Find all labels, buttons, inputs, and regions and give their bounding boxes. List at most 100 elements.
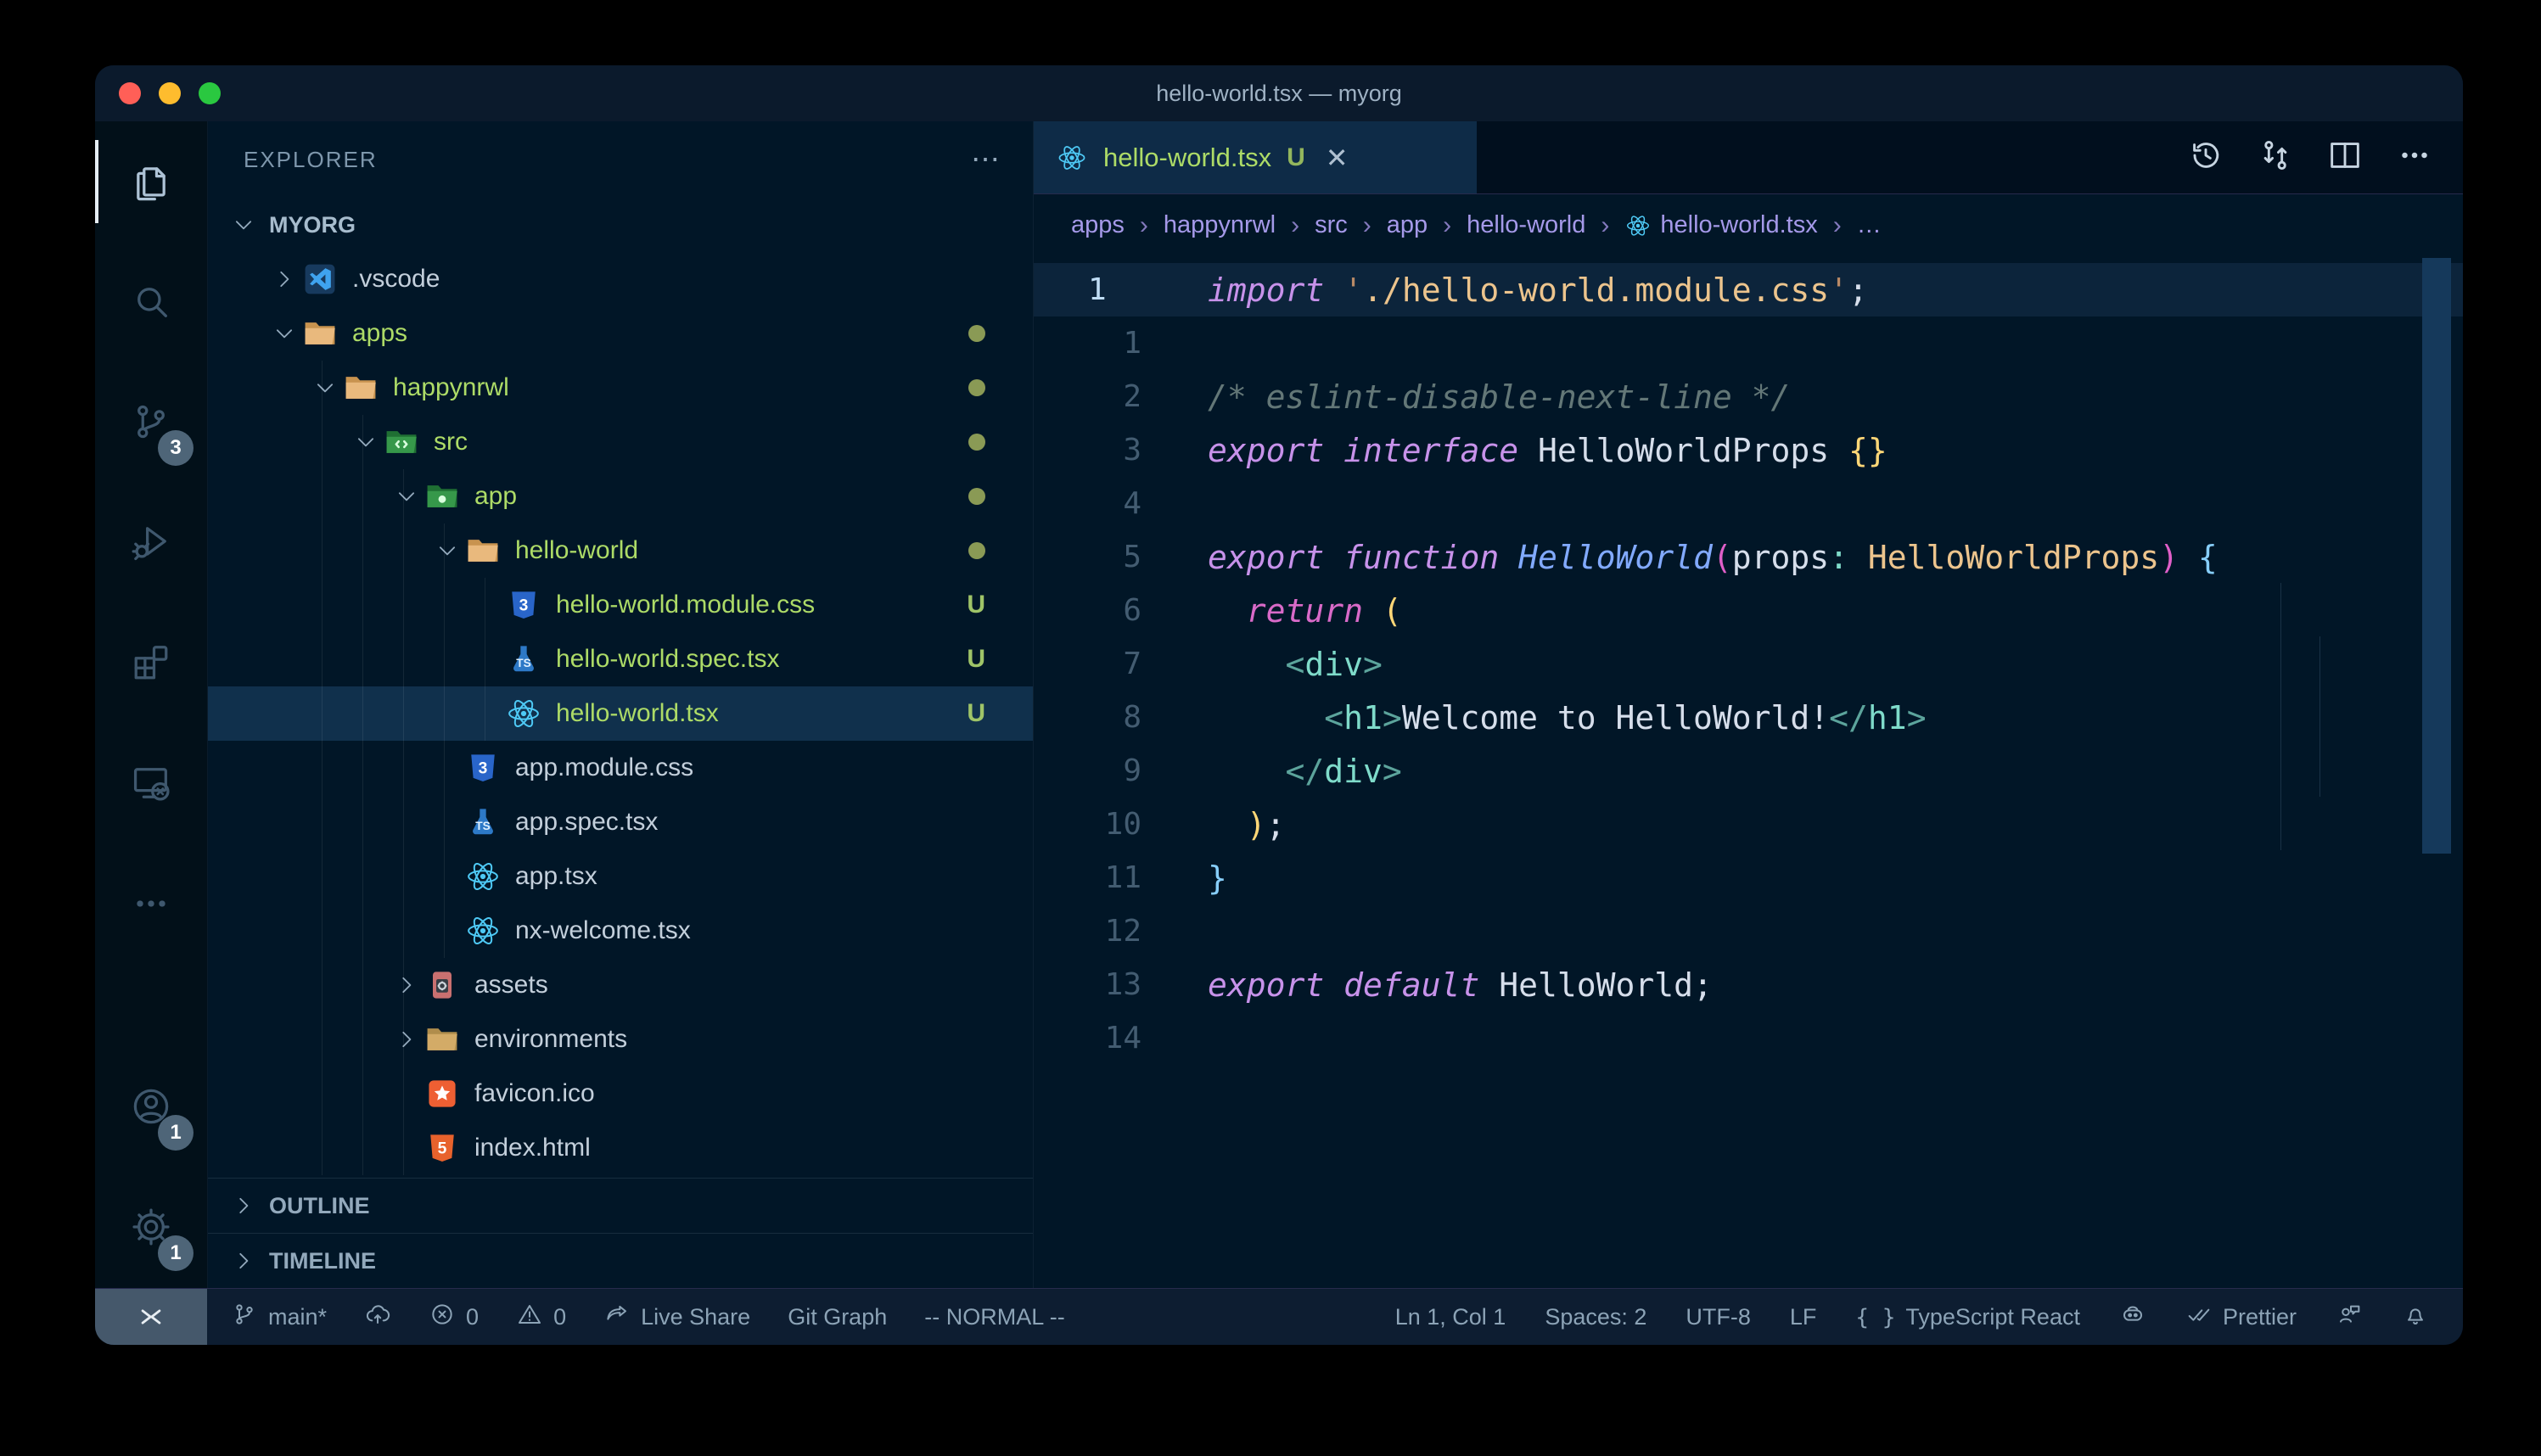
braces-glyph: { } — [1855, 1304, 1895, 1330]
close-tab-icon[interactable]: ✕ — [1326, 142, 1349, 174]
tree-item-hello-world.module.css[interactable]: 3hello-world.module.cssU — [208, 578, 1033, 632]
code-line[interactable]: 11} — [1034, 851, 2463, 904]
activity-settings[interactable]: 1 — [95, 1168, 207, 1288]
status-cursor-position[interactable]: Ln 1, Col 1 — [1395, 1304, 1506, 1330]
breadcrumb-src[interactable]: src — [1315, 211, 1348, 239]
status-indentation[interactable]: Spaces: 2 — [1545, 1304, 1646, 1330]
status-eol[interactable]: LF — [1790, 1304, 1817, 1330]
breadcrumb-hello-world.tsx[interactable]: hello-world.tsx — [1624, 211, 1817, 239]
tree-item-app.tsx[interactable]: app.tsx — [208, 849, 1033, 904]
tree-item-environments[interactable]: environments — [208, 1012, 1033, 1067]
code-line[interactable]: 7 <div> — [1034, 637, 2463, 691]
chevron-right-icon[interactable] — [267, 262, 301, 296]
activity-explorer[interactable] — [95, 121, 207, 242]
tree-item-app[interactable]: app — [208, 469, 1033, 524]
code-editor[interactable]: 1import './hello-world.module.css';12/* … — [1034, 256, 2463, 1288]
activity-run-debug[interactable] — [95, 483, 207, 603]
status-live-share[interactable]: Live Share — [603, 1301, 750, 1334]
breadcrumb-apps[interactable]: apps — [1071, 211, 1125, 239]
favicon-icon — [424, 1075, 461, 1112]
activity-more-views[interactable] — [95, 844, 207, 965]
code-line[interactable]: 6 return ( — [1034, 584, 2463, 637]
chevron-down-icon[interactable] — [349, 425, 383, 459]
timeline-history-button[interactable] — [2186, 136, 2225, 179]
status-notifications[interactable] — [2402, 1301, 2429, 1334]
timeline-section-header[interactable]: TIMELINE — [208, 1233, 1033, 1288]
status-prettier[interactable]: Prettier — [2185, 1301, 2297, 1334]
open-changes-button[interactable] — [2256, 136, 2295, 179]
activity-remote-explorer[interactable] — [95, 724, 207, 844]
code-line[interactable]: 13export default HelloWorld; — [1034, 958, 2463, 1011]
chevron-down-icon[interactable] — [390, 479, 424, 513]
remote-indicator[interactable] — [95, 1289, 207, 1345]
tree-item-happynrwl[interactable]: happynrwl — [208, 361, 1033, 415]
tab-hello-world-tsx[interactable]: hello-world.tsx U ✕ — [1034, 121, 1477, 193]
tree-item-apps[interactable]: apps — [208, 306, 1033, 361]
code-line[interactable]: 9 </div> — [1034, 744, 2463, 798]
outline-section-header[interactable]: OUTLINE — [208, 1178, 1033, 1233]
activity-extensions[interactable] — [95, 603, 207, 724]
status-feedback[interactable] — [2336, 1301, 2363, 1334]
chevron-down-icon[interactable] — [308, 371, 342, 405]
code-line[interactable]: 8 <h1>Welcome to HelloWorld!</h1> — [1034, 691, 2463, 744]
chevron-right-icon[interactable] — [390, 968, 424, 1002]
html5-icon: 5 — [424, 1129, 461, 1167]
chevron-down-icon[interactable] — [430, 534, 464, 568]
tree-item-assets[interactable]: assets — [208, 958, 1033, 1012]
chevron-down-icon[interactable] — [267, 316, 301, 350]
file-label: app.spec.tsx — [515, 808, 658, 837]
status-git-branch[interactable]: main* — [231, 1301, 327, 1334]
breadcrumb-happynrwl[interactable]: happynrwl — [1164, 211, 1276, 239]
editor-scrollbar[interactable] — [2422, 258, 2451, 854]
status-vim-mode[interactable]: -- NORMAL -- — [924, 1304, 1064, 1330]
code-line[interactable]: 2/* eslint-disable-next-line */ — [1034, 370, 2463, 423]
tree-item-hello-world.tsx[interactable]: hello-world.tsxU — [208, 686, 1033, 741]
line-number: 9 — [1034, 753, 1208, 788]
tree-item-favicon.ico[interactable]: favicon.ico — [208, 1067, 1033, 1121]
tree-item-index.html[interactable]: 5index.html — [208, 1121, 1033, 1175]
sidebar-more-actions[interactable]: ⋯ — [971, 143, 1002, 176]
status-language-mode[interactable]: { }TypeScript React — [1855, 1304, 2080, 1330]
breadcrumb-app[interactable]: app — [1387, 211, 1428, 239]
code-line[interactable]: 3export interface HelloWorldProps {} — [1034, 423, 2463, 477]
code-line[interactable]: 4 — [1034, 477, 2463, 530]
activity-source-control[interactable]: 3 — [95, 362, 207, 483]
more-actions-button[interactable] — [2395, 136, 2434, 179]
tree-item-app.module.css[interactable]: 3app.module.css — [208, 741, 1033, 795]
breadcrumb-hello-world[interactable]: hello-world — [1467, 211, 1585, 239]
chevron-right-icon[interactable] — [390, 1022, 424, 1056]
code-line[interactable]: 12 — [1034, 904, 2463, 958]
status-encoding[interactable]: UTF-8 — [1686, 1304, 1751, 1330]
status-warnings[interactable]: 0 — [516, 1301, 566, 1334]
workspace-section-header[interactable]: MYORG — [208, 198, 1033, 252]
tree-indent-guide — [322, 361, 323, 1175]
breadcrumb-…[interactable]: … — [1857, 211, 1882, 239]
tree-item-src[interactable]: src — [208, 415, 1033, 469]
code-line[interactable]: 1 — [1034, 316, 2463, 370]
status-copilot[interactable] — [2119, 1301, 2146, 1334]
tree-item-.vscode[interactable]: .vscode — [208, 252, 1033, 306]
tree-item-hello-world[interactable]: hello-world — [208, 524, 1033, 578]
code-line[interactable]: 5export function HelloWorld(props: Hello… — [1034, 530, 2463, 584]
tree-item-app.spec.tsx[interactable]: TSapp.spec.tsx — [208, 795, 1033, 849]
tree-item-nx-welcome.tsx[interactable]: nx-welcome.tsx — [208, 904, 1033, 958]
file-label: happynrwl — [393, 373, 509, 402]
activity-search[interactable] — [95, 242, 207, 362]
status-git-graph[interactable]: Git Graph — [788, 1304, 887, 1330]
code-line[interactable]: 14 — [1034, 1011, 2463, 1065]
folder-app-icon — [424, 478, 461, 515]
code-line[interactable]: 1import './hello-world.module.css'; — [1034, 263, 2463, 316]
code-line[interactable]: 10 ); — [1034, 798, 2463, 851]
code-text: export function HelloWorld(props: HelloW… — [1208, 539, 2218, 576]
status-sync-changes[interactable] — [364, 1301, 391, 1334]
tree-item-hello-world.spec.tsx[interactable]: TShello-world.spec.tsxU — [208, 632, 1033, 686]
assets-icon — [424, 966, 461, 1004]
activity-accounts[interactable]: 1 — [95, 1047, 207, 1168]
workspace-name: MYORG — [269, 212, 356, 238]
chevron-down-icon — [227, 208, 261, 242]
status-errors[interactable]: 0 — [429, 1301, 479, 1334]
tab-label: hello-world.tsx — [1103, 143, 1271, 173]
badge: 3 — [158, 430, 194, 466]
file-label: hello-world.spec.tsx — [556, 645, 779, 674]
split-editor-button[interactable] — [2325, 136, 2364, 179]
